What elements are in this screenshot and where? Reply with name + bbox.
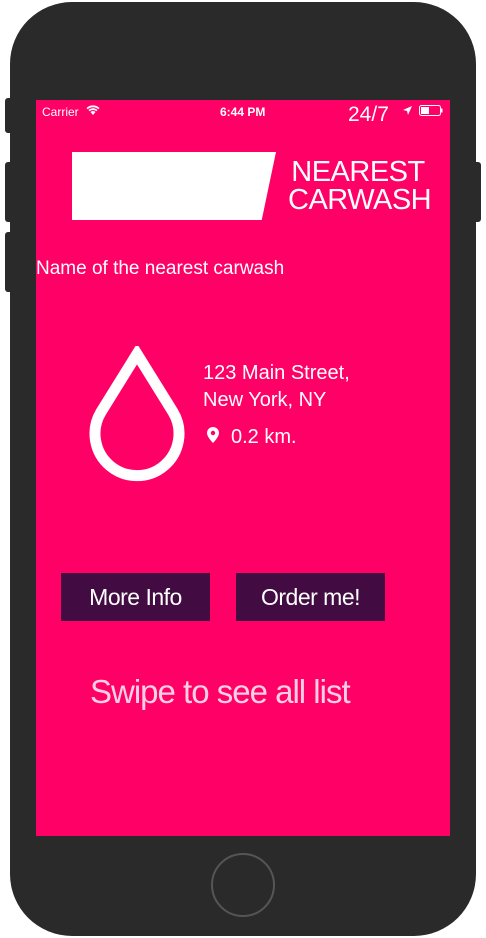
address-line-1: 123 Main Street, xyxy=(203,362,350,384)
water-drop-icon xyxy=(89,346,185,482)
logo-placeholder xyxy=(72,152,276,220)
title-line-1: NEAREST xyxy=(291,156,425,188)
swipe-hint: Swipe to see all list xyxy=(90,673,351,710)
title-line-2: CARWASH xyxy=(288,184,432,216)
home-button[interactable] xyxy=(211,853,275,917)
wifi-icon xyxy=(86,105,100,115)
map-pin-icon xyxy=(207,427,219,443)
more-info-button[interactable]: More Info xyxy=(61,573,210,621)
screen: Carrier 6:44 PM 24/7 NEAREST CARWASH Nam… xyxy=(36,100,450,836)
time-label: 6:44 PM xyxy=(220,105,266,119)
open-24-7-label: 24/7 xyxy=(348,103,389,126)
status-bar: Carrier 6:44 PM 24/7 xyxy=(36,100,450,126)
battery-icon xyxy=(419,105,443,116)
carwash-name: Name of the nearest carwash xyxy=(36,258,285,279)
address-line-2: New York, NY xyxy=(203,389,327,411)
distance-label: 0.2 km. xyxy=(231,426,297,448)
app-title: NEAREST CARWASH xyxy=(288,156,432,216)
carrier-label: Carrier xyxy=(42,105,79,119)
order-button[interactable]: Order me! xyxy=(236,573,385,621)
location-arrow-icon xyxy=(403,106,412,115)
